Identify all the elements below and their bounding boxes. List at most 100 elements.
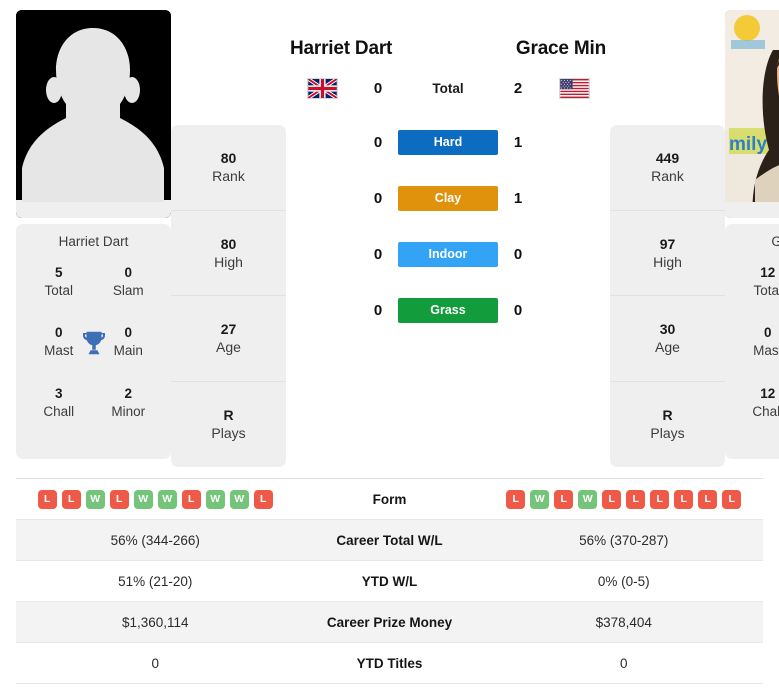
form-badge-loss: L [698, 489, 718, 509]
h2h-indoor-mid: Indoor [398, 242, 498, 267]
left-titles-chall-label: Chall [43, 403, 75, 419]
left-titles-slam: 0 Slam [94, 265, 164, 299]
table-row: 51% (21-20) YTD W/L 0% (0-5) [16, 561, 763, 602]
table-row: $1,360,114 Career Prize Money $378,404 [16, 602, 763, 643]
right-titles-mast: 0 Mast [733, 325, 779, 359]
right-titles-mast-label: Mast [753, 343, 779, 359]
right-profile-age: 30 Age [610, 296, 725, 382]
left-player-column: Harriet Dart 5 Total 0 Slam 0 Mast 0 Mai… [16, 10, 171, 459]
h2h-clay-mid: Clay [398, 186, 498, 211]
left-titles-minor-value: 2 [124, 385, 132, 401]
left-titles-chall: 3 Chall [24, 386, 94, 420]
left-form-badges: LLWLWWLWWL [16, 489, 295, 509]
surface-badge-clay[interactable]: Clay [398, 186, 498, 211]
left-profile-age-value: 27 [220, 321, 237, 338]
right-player-column: mily Grace Min [725, 10, 779, 459]
left-profile-high-value: 80 [220, 235, 237, 252]
left-profile-rank-value: 80 [220, 150, 237, 167]
right-flag-wrap [538, 78, 610, 99]
left-titles-minor: 2 Minor [94, 386, 164, 420]
surface-badge-indoor[interactable]: Indoor [398, 242, 498, 267]
label-career-total-wl: Career Total W/L [336, 532, 443, 548]
h2h-clay-row: 0 Clay 1 [358, 186, 538, 211]
left-titles-total-label: Total [44, 282, 74, 298]
left-flag-wrap [286, 78, 358, 99]
right-profile-plays-value: R [662, 407, 673, 424]
right-profile-age-value: 30 [659, 321, 676, 338]
right-profile-age-label: Age [655, 339, 680, 356]
right-titles-chall-value: 12 [760, 385, 776, 401]
right-profile-rank-value: 449 [655, 150, 680, 167]
left-profile-plays-label: Plays [211, 425, 246, 442]
h2h-clay-left-score: 0 [373, 190, 383, 207]
left-titles-card: Harriet Dart 5 Total 0 Slam 0 Mast 0 Mai… [16, 224, 171, 459]
left-player-name[interactable]: Harriet Dart [290, 38, 392, 60]
trophy-icon [82, 331, 105, 354]
left-profile-plays: R Plays [171, 382, 286, 468]
player-comparison-page: Harriet Dart 5 Total 0 Slam 0 Mast 0 Mai… [0, 0, 779, 699]
label-ytd-wl: YTD W/L [361, 573, 418, 589]
h2h-grass-left-score: 0 [373, 302, 383, 319]
left-titles-slam-label: Slam [112, 282, 144, 298]
form-badge-win: W [229, 489, 249, 509]
h2h-indoor-right-score: 0 [513, 246, 523, 263]
right-titles-chall: 12 Chall [733, 386, 779, 420]
form-badge-loss: L [650, 489, 670, 509]
h2h-grass-right-score: 0 [513, 302, 523, 319]
form-badge-win: W [85, 489, 105, 509]
us-flag-icon [558, 78, 590, 99]
form-badge-loss: L [253, 489, 273, 509]
left-profile-age-label: Age [216, 339, 241, 356]
table-row: 56% (344-266) Career Total W/L 56% (370-… [16, 520, 763, 561]
left-profile-high: 80 High [171, 211, 286, 296]
form-badge-win: W [133, 489, 153, 509]
right-titles-total: 12 Total [733, 265, 779, 299]
h2h-grass-row: 0 Grass 0 [358, 298, 538, 323]
left-titles-chall-value: 3 [54, 385, 63, 401]
left-ytd-titles: 0 [151, 655, 159, 671]
right-career-total-wl: 56% (370-287) [579, 532, 669, 548]
form-badge-loss: L [506, 489, 526, 509]
h2h-clay-right-score: 1 [513, 190, 523, 207]
right-form-badges: LWLWLLLLLL [485, 489, 764, 509]
right-player-name[interactable]: Grace Min [516, 38, 606, 60]
form-badge-loss: L [722, 489, 742, 509]
form-badge-loss: L [626, 489, 646, 509]
left-career-total-wl: 56% (344-266) [110, 532, 200, 548]
left-titles-card-name: Harriet Dart [58, 234, 129, 249]
table-row: 0 YTD Titles 0 [16, 643, 763, 684]
form-badge-loss: L [554, 489, 574, 509]
stats-comparison-table: LLWLWWLWWL Form LWLWLLLLLL 56% (344-266)… [16, 478, 763, 684]
right-ytd-titles: 0 [619, 655, 628, 671]
right-profile-rank: 449 Rank [610, 125, 725, 211]
right-titles-chall-label: Chall [752, 403, 779, 419]
left-titles-total: 5 Total [24, 265, 94, 299]
form-badge-loss: L [674, 489, 694, 509]
h2h-total-left-score: 0 [373, 80, 383, 97]
left-profile-plays-value: R [223, 407, 234, 424]
right-profile-card: 449 Rank 97 High 30 Age R Plays [610, 125, 725, 467]
form-badge-win: W [157, 489, 177, 509]
head-to-head-column: Harriet Dart Grace Min 0 Total 2 0 Hard … [286, 10, 610, 323]
right-titles-mast-value: 0 [763, 325, 772, 341]
h2h-indoor-left-score: 0 [373, 246, 383, 263]
left-profile-rank-label: Rank [212, 168, 245, 185]
left-ytd-wl: 51% (21-20) [118, 573, 193, 589]
left-player-photo[interactable] [16, 10, 171, 218]
form-badge-loss: L [37, 489, 57, 509]
left-profile-card: 80 Rank 80 High 27 Age R Plays [171, 125, 286, 467]
right-profile-high-value: 97 [659, 235, 676, 252]
surface-badge-hard[interactable]: Hard [398, 130, 498, 155]
right-player-photo[interactable]: mily [725, 10, 779, 218]
table-row-form: LLWLWWLWWL Form LWLWLLLLLL [16, 479, 763, 520]
right-profile-high-label: High [653, 253, 682, 270]
right-ytd-wl: 0% (0-5) [597, 573, 650, 589]
left-titles-total-value: 5 [54, 265, 63, 280]
right-titles-total-label: Total [753, 282, 779, 298]
right-career-prize-money: $378,404 [595, 614, 652, 630]
player-silhouette-icon [16, 10, 171, 218]
comparison-header: Harriet Dart 5 Total 0 Slam 0 Mast 0 Mai… [0, 0, 779, 470]
right-profile-plays: R Plays [610, 382, 725, 468]
surface-badge-grass[interactable]: Grass [398, 298, 498, 323]
form-badge-win: W [530, 489, 550, 509]
